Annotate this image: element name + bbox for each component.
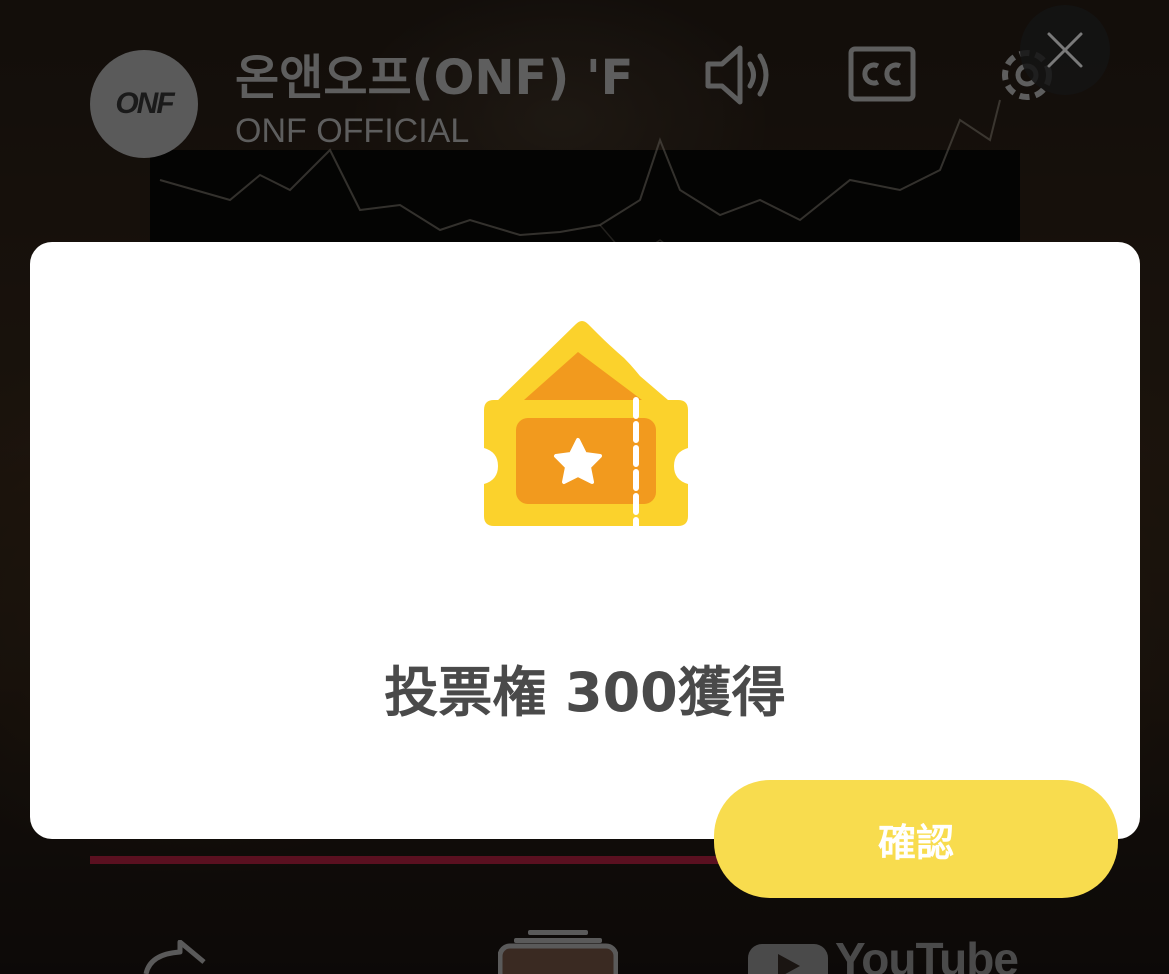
- confirm-button[interactable]: 確認: [714, 780, 1118, 898]
- video-progress-bar[interactable]: [90, 856, 730, 864]
- reward-message: 投票権 300獲得: [384, 661, 786, 724]
- closed-captions-icon[interactable]: [848, 46, 916, 102]
- share-icon[interactable]: [140, 940, 210, 974]
- channel-avatar[interactable]: ONF: [90, 50, 198, 158]
- close-icon: [1047, 32, 1083, 68]
- channel-name[interactable]: ONF OFFICIAL: [235, 112, 469, 151]
- avatar-logo-text: ONF: [115, 87, 174, 120]
- youtube-logo-icon[interactable]: [748, 944, 828, 974]
- volume-icon[interactable]: [700, 42, 776, 108]
- video-title[interactable]: 온앤오프(ONF) 'F: [235, 38, 630, 108]
- playlist-icon[interactable]: [498, 928, 618, 974]
- youtube-brand-text: YouTube: [835, 933, 1019, 974]
- close-button[interactable]: [1020, 5, 1110, 95]
- ticket-star-icon: [484, 321, 688, 529]
